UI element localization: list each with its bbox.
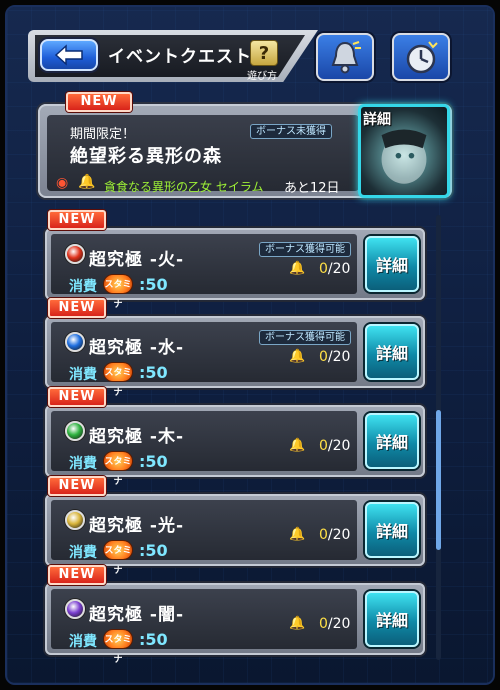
cost-value: :50	[139, 541, 168, 560]
clear-count: 0/20	[319, 616, 351, 632]
boss-portrait-icon	[381, 129, 427, 184]
bell-gold-icon: 🔔	[289, 349, 306, 364]
page-title: イベントクエスト	[108, 47, 252, 67]
detail-button[interactable]: 詳細	[365, 413, 419, 469]
quest-title: 超究極 -水-	[89, 338, 185, 358]
quest-row-wood[interactable]: 超究極 -木- 🔔 0/20 消費 スタミナ :50 詳細	[45, 405, 425, 487]
new-badge: NEW	[48, 298, 106, 318]
quest-title: 超究極 -光-	[89, 516, 185, 536]
cost-value: :50	[139, 630, 168, 649]
bonus-status-badge: ボーナス獲得可能	[259, 242, 351, 257]
quest-row-inner: 超究極 -木- 🔔 0/20 消費 スタミナ :50	[51, 411, 357, 487]
featured-remaining: あと12日	[284, 181, 340, 196]
stamina-icon: スタミナ	[103, 274, 133, 310]
cost-label: 消費	[69, 545, 97, 561]
light-element-icon	[65, 510, 85, 530]
new-badge: NEW	[48, 387, 106, 407]
quest-row-inner: 超究極 -闇- 🔔 0/20 消費 スタミナ :50	[51, 589, 357, 665]
scrollbar-thumb[interactable]	[436, 410, 441, 550]
quest-row-dark[interactable]: 超究極 -闇- 🔔 0/20 消費 スタミナ :50 詳細	[45, 583, 425, 665]
bonus-status-badge: ボーナス獲得可能	[259, 330, 351, 345]
timer-button[interactable]	[392, 33, 450, 81]
quest-row-inner: 超究極 -水- ボーナス獲得可能 🔔 0/20 消費 スタミナ :50	[51, 322, 357, 398]
stamina-icon: スタミナ	[103, 362, 133, 398]
new-badge: NEW	[66, 92, 132, 112]
featured-detail-button[interactable]: 詳細	[358, 104, 450, 198]
fire-element-icon	[65, 244, 85, 264]
featured-title: 絶望彩る異形の森	[70, 146, 222, 167]
bell-gold-icon: 🔔	[289, 261, 306, 276]
new-badge: NEW	[48, 476, 106, 496]
demon-icon: ◉	[56, 175, 69, 191]
cost-value: :50	[139, 363, 168, 382]
quest-title: 超究極 -闇-	[89, 605, 185, 625]
help-button[interactable]: ? 遊び方	[246, 40, 282, 82]
cost-label: 消費	[69, 634, 97, 650]
cost-value: :50	[139, 275, 168, 294]
clear-count: 0/20	[319, 527, 351, 543]
quest-row-inner: 超究極 -火- ボーナス獲得可能 🔔 0/20 消費 スタミナ :50	[51, 234, 357, 310]
stamina-icon: スタミナ	[103, 629, 133, 665]
detail-button[interactable]: 詳細	[365, 236, 419, 292]
quest-title: 超究極 -火-	[89, 250, 185, 270]
clear-count: 0/20	[319, 438, 351, 454]
quest-title: 超究極 -木-	[89, 427, 185, 447]
detail-button[interactable]: 詳細	[365, 502, 419, 558]
water-element-icon	[65, 332, 85, 352]
help-label: 遊び方	[247, 71, 277, 82]
cost-label: 消費	[69, 367, 97, 383]
dark-element-icon	[65, 599, 85, 619]
quest-row-inner: 超究極 -光- 🔔 0/20 消費 スタミナ :50	[51, 500, 357, 576]
bell-gold-icon: 🔔	[78, 174, 96, 190]
detail-button[interactable]: 詳細	[365, 591, 419, 647]
featured-boss-name: 貪食なる異形の乙女 セイラム	[104, 180, 264, 194]
cost-label: 消費	[69, 456, 97, 472]
back-arrow-icon	[54, 44, 83, 66]
quest-row-light[interactable]: 超究極 -光- 🔔 0/20 消費 スタミナ :50 詳細	[45, 494, 425, 576]
bell-gold-icon: 🔔	[289, 438, 306, 453]
notification-bell-button[interactable]	[316, 33, 374, 81]
bell-gold-icon: 🔔	[289, 527, 306, 542]
help-icon: ?	[250, 40, 278, 66]
clear-count: 0/20	[319, 349, 351, 365]
new-badge: NEW	[48, 210, 106, 230]
bell-icon	[331, 41, 361, 74]
bonus-status-badge: ボーナス未獲得	[250, 124, 332, 139]
clock-icon	[406, 41, 438, 74]
clear-count: 0/20	[319, 261, 351, 277]
featured-period: 期間限定！	[70, 127, 136, 142]
wood-element-icon	[65, 421, 85, 441]
new-badge: NEW	[48, 565, 106, 585]
cost-label: 消費	[69, 279, 97, 295]
cost-value: :50	[139, 452, 168, 471]
stamina-icon: スタミナ	[103, 540, 133, 576]
detail-button[interactable]: 詳細	[365, 324, 419, 380]
back-button[interactable]	[40, 39, 98, 71]
bell-gold-icon: 🔔	[289, 616, 306, 631]
stamina-icon: スタミナ	[103, 451, 133, 487]
quest-row-water[interactable]: 超究極 -水- ボーナス獲得可能 🔔 0/20 消費 スタミナ :50 詳細	[45, 316, 425, 398]
quest-row-fire[interactable]: 超究極 -火- ボーナス獲得可能 🔔 0/20 消費 スタミナ :50 詳細	[45, 228, 425, 310]
